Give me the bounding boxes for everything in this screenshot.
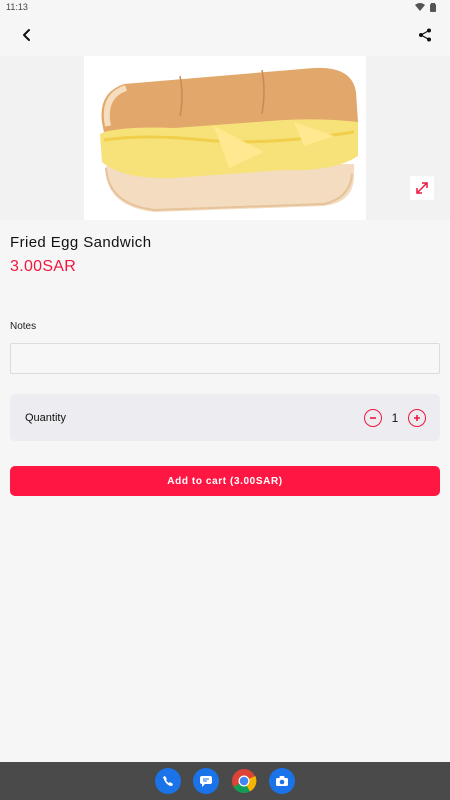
expand-icon	[416, 182, 428, 194]
chrome-icon	[232, 769, 257, 794]
product-image-area	[0, 56, 450, 220]
expand-image-button[interactable]	[410, 176, 434, 200]
quantity-controls: 1	[364, 408, 426, 427]
product-price: 3.00SAR	[10, 258, 77, 275]
battery-icon	[430, 2, 436, 12]
wifi-icon	[415, 3, 425, 11]
share-button[interactable]	[414, 24, 436, 46]
messages-icon	[200, 776, 212, 787]
increment-button[interactable]	[408, 408, 426, 427]
phone-icon	[163, 776, 173, 786]
chrome-app-button[interactable]	[231, 768, 257, 794]
phone-app-button[interactable]	[155, 768, 181, 794]
status-bar: 11:13	[0, 0, 450, 14]
add-to-cart-button[interactable]: Add to cart (3.00SAR)	[10, 466, 440, 496]
chevron-left-icon	[23, 29, 30, 41]
quantity-label: Quantity	[25, 411, 66, 424]
status-time: 11:13	[6, 2, 28, 12]
notes-label: Notes	[10, 321, 37, 332]
minus-icon	[370, 416, 376, 419]
messages-app-button[interactable]	[193, 768, 219, 794]
product-title: Fried Egg Sandwich	[10, 234, 152, 251]
app-bar	[0, 14, 450, 56]
quantity-value: 1	[391, 410, 399, 425]
camera-app-button[interactable]	[269, 768, 295, 794]
product-image	[84, 56, 366, 220]
plus-icon	[414, 414, 420, 421]
back-button[interactable]	[16, 24, 38, 46]
quantity-stepper: Quantity 1	[10, 394, 440, 441]
share-icon	[419, 28, 431, 42]
notes-input[interactable]	[10, 343, 440, 374]
system-dock	[0, 762, 450, 800]
status-icons	[415, 2, 436, 12]
decrement-button[interactable]	[364, 408, 382, 427]
camera-icon	[276, 776, 288, 786]
